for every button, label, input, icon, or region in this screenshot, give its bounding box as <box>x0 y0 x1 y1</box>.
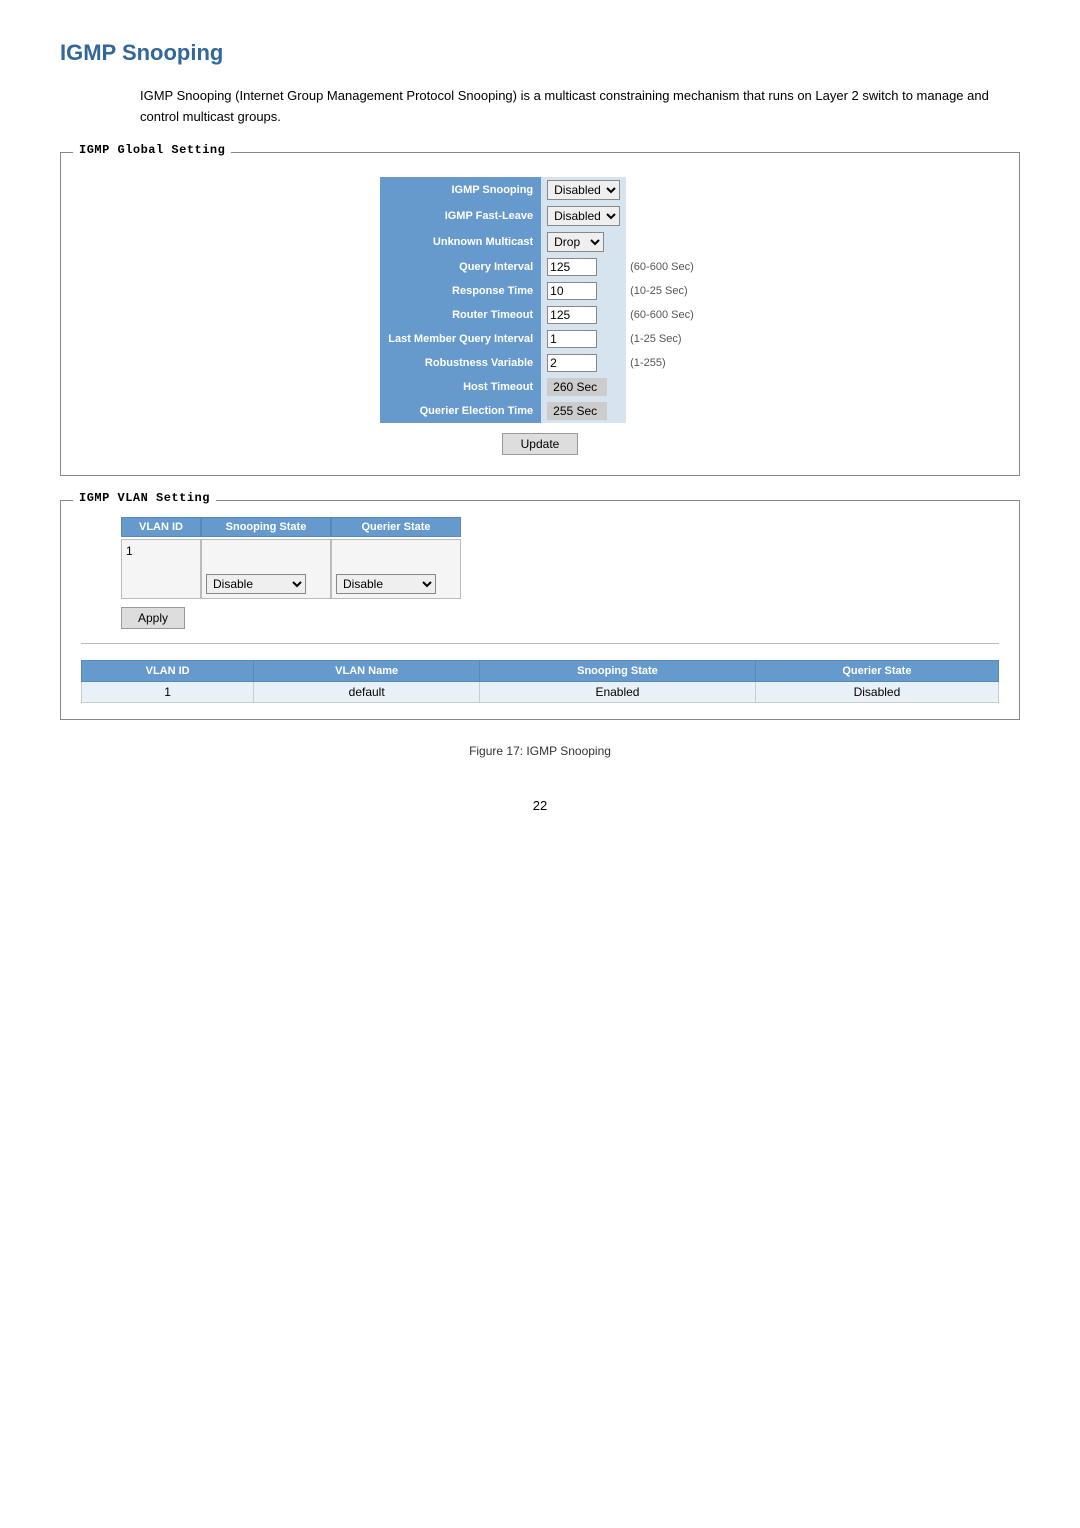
global-input-3[interactable] <box>547 258 597 276</box>
global-field-value-3[interactable] <box>541 255 626 279</box>
vlan-setting-title: IGMP VLAN Setting <box>73 491 216 505</box>
vlan-querier-area: DisableEnable <box>331 539 461 599</box>
vlan-list-col-2: Snooping State <box>480 660 756 681</box>
global-select-2[interactable]: DropFlood <box>547 232 604 252</box>
vlan-list-cell-0-3: Disabled <box>755 681 998 702</box>
vlan-querier-select[interactable]: DisableEnable <box>336 574 436 594</box>
global-select-0[interactable]: DisabledEnabled <box>547 180 620 200</box>
vlan-setting-section: IGMP VLAN Setting VLAN ID Snooping State… <box>60 500 1020 720</box>
global-field-hint-7: (1-255) <box>626 351 700 375</box>
vlan-querier-dropdown-row: DisableEnable <box>336 574 456 594</box>
global-field-value-7[interactable] <box>541 351 626 375</box>
apply-button[interactable]: Apply <box>121 607 185 629</box>
table-row: 1defaultEnabledDisabled <box>82 681 999 702</box>
global-field-label-6: Last Member Query Interval <box>380 327 541 351</box>
global-field-hint-9 <box>626 399 700 423</box>
global-field-label-7: Robustness Variable <box>380 351 541 375</box>
global-field-label-0: IGMP Snooping <box>380 177 541 203</box>
global-setting-section: IGMP Global Setting IGMP SnoopingDisable… <box>60 152 1020 476</box>
global-setting-table: IGMP Snooping DisabledEnabled IGMP Fast-Le… <box>380 177 699 423</box>
global-field-label-1: IGMP Fast-Leave <box>380 203 541 229</box>
global-field-value-8: 260 Sec <box>541 375 626 399</box>
global-input-4[interactable] <box>547 282 597 300</box>
global-field-hint-1 <box>626 203 700 229</box>
global-field-value-0[interactable]: DisabledEnabled <box>541 177 626 203</box>
vlan-col-header-id: VLAN ID <box>121 517 201 537</box>
global-field-hint-0 <box>626 177 700 203</box>
vlan-list-col-1: VLAN Name <box>254 660 480 681</box>
global-readonly-9: 255 Sec <box>547 402 607 420</box>
vlan-setting-inner: VLAN ID Snooping State Querier State 1 D… <box>121 517 999 633</box>
global-input-7[interactable] <box>547 354 597 372</box>
vlan-list-cell-0-0: 1 <box>82 681 254 702</box>
global-field-label-3: Query Interval <box>380 255 541 279</box>
global-field-label-9: Querier Election Time <box>380 399 541 423</box>
global-field-value-4[interactable] <box>541 279 626 303</box>
global-field-value-6[interactable] <box>541 327 626 351</box>
global-field-value-2[interactable]: DropFlood <box>541 229 626 255</box>
global-field-label-5: Router Timeout <box>380 303 541 327</box>
global-field-value-5[interactable] <box>541 303 626 327</box>
vlan-list-cell-0-2: Enabled <box>480 681 756 702</box>
global-setting-title: IGMP Global Setting <box>73 143 231 157</box>
vlan-snoop-select[interactable]: DisableEnable <box>206 574 306 594</box>
vlan-body-row: 1 DisableEnable DisableEnable <box>121 539 461 599</box>
vlan-col-header-snoop: Snooping State <box>201 517 331 537</box>
vlan-id-cell: 1 <box>121 539 201 599</box>
vlan-col-header-querier: Querier State <box>331 517 461 537</box>
intro-text: IGMP Snooping (Internet Group Management… <box>140 86 1020 128</box>
vlan-list-cell-0-1: default <box>254 681 480 702</box>
global-readonly-8: 260 Sec <box>547 378 607 396</box>
vlan-list-col-0: VLAN ID <box>82 660 254 681</box>
global-field-value-9: 255 Sec <box>541 399 626 423</box>
update-button[interactable]: Update <box>502 433 579 455</box>
divider <box>81 643 999 644</box>
global-field-label-8: Host Timeout <box>380 375 541 399</box>
global-select-1[interactable]: DisabledEnabled <box>547 206 620 226</box>
global-field-hint-8 <box>626 375 700 399</box>
global-field-label-2: Unknown Multicast <box>380 229 541 255</box>
global-field-value-1[interactable]: DisabledEnabled <box>541 203 626 229</box>
vlan-snoop-dropdown-row: DisableEnable <box>206 574 326 594</box>
global-field-label-4: Response Time <box>380 279 541 303</box>
global-field-hint-6: (1-25 Sec) <box>626 327 700 351</box>
vlan-list-table: VLAN IDVLAN NameSnooping StateQuerier St… <box>81 660 999 703</box>
vlan-id-value: 1 <box>126 544 133 558</box>
global-input-6[interactable] <box>547 330 597 348</box>
vlan-list-col-3: Querier State <box>755 660 998 681</box>
global-field-hint-3: (60-600 Sec) <box>626 255 700 279</box>
figure-caption: Figure 17: IGMP Snooping <box>60 744 1020 758</box>
global-field-hint-2 <box>626 229 700 255</box>
global-field-hint-4: (10-25 Sec) <box>626 279 700 303</box>
vlan-table-header: VLAN ID Snooping State Querier State <box>121 517 461 537</box>
global-field-hint-5: (60-600 Sec) <box>626 303 700 327</box>
vlan-snoop-area: DisableEnable <box>201 539 331 599</box>
page-number: 22 <box>60 798 1020 813</box>
global-input-5[interactable] <box>547 306 597 324</box>
page-title: IGMP Snooping <box>60 40 1020 66</box>
